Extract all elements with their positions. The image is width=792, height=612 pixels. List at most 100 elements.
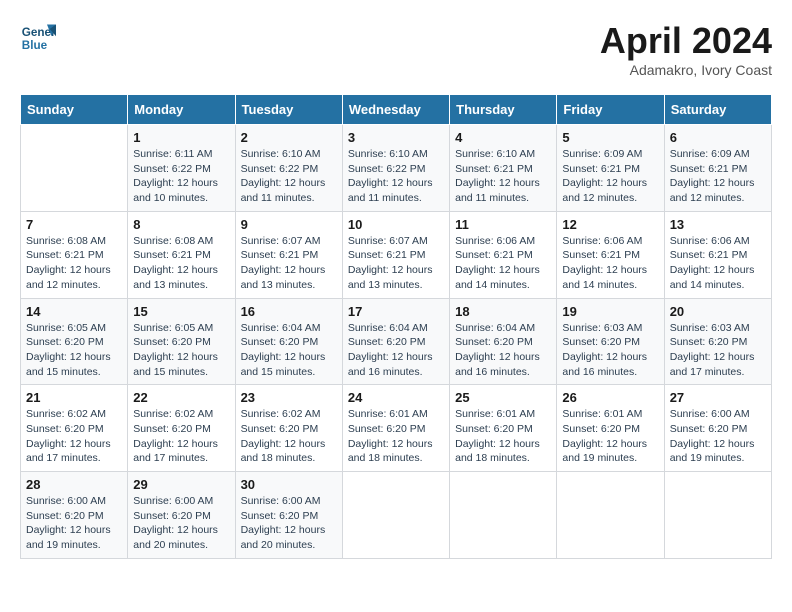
day-info: Sunrise: 6:05 AM Sunset: 6:20 PM Dayligh… xyxy=(26,321,122,380)
day-info: Sunrise: 6:08 AM Sunset: 6:21 PM Dayligh… xyxy=(133,234,229,293)
day-info: Sunrise: 6:07 AM Sunset: 6:21 PM Dayligh… xyxy=(241,234,337,293)
calendar-cell: 24 Sunrise: 6:01 AM Sunset: 6:20 PM Dayli… xyxy=(342,385,449,472)
day-info: Sunrise: 6:06 AM Sunset: 6:21 PM Dayligh… xyxy=(562,234,658,293)
day-info: Sunrise: 6:10 AM Sunset: 6:22 PM Dayligh… xyxy=(348,147,444,206)
logo: General Blue xyxy=(20,20,56,56)
calendar-cell xyxy=(450,472,557,559)
calendar-cell: 26 Sunrise: 6:01 AM Sunset: 6:20 PM Dayli… xyxy=(557,385,664,472)
calendar-cell: 25 Sunrise: 6:01 AM Sunset: 6:20 PM Dayli… xyxy=(450,385,557,472)
day-number: 29 xyxy=(133,477,229,492)
weekday-header-tuesday: Tuesday xyxy=(235,95,342,125)
day-number: 30 xyxy=(241,477,337,492)
calendar-cell: 12 Sunrise: 6:06 AM Sunset: 6:21 PM Dayli… xyxy=(557,211,664,298)
day-number: 14 xyxy=(26,304,122,319)
day-info: Sunrise: 6:00 AM Sunset: 6:20 PM Dayligh… xyxy=(133,494,229,553)
calendar-cell xyxy=(21,125,128,212)
calendar-cell: 23 Sunrise: 6:02 AM Sunset: 6:20 PM Dayli… xyxy=(235,385,342,472)
weekday-row: SundayMondayTuesdayWednesdayThursdayFrid… xyxy=(21,95,772,125)
calendar-cell: 3 Sunrise: 6:10 AM Sunset: 6:22 PM Daylig… xyxy=(342,125,449,212)
calendar-cell xyxy=(342,472,449,559)
weekday-header-thursday: Thursday xyxy=(450,95,557,125)
calendar-cell: 20 Sunrise: 6:03 AM Sunset: 6:20 PM Dayli… xyxy=(664,298,771,385)
calendar-cell: 1Sunrise: 6:11 AM Sunset: 6:22 PM Daylig… xyxy=(128,125,235,212)
day-number: 19 xyxy=(562,304,658,319)
day-number: 22 xyxy=(133,390,229,405)
day-number: 12 xyxy=(562,217,658,232)
calendar-week-row: 7 Sunrise: 6:08 AM Sunset: 6:21 PM Daylig… xyxy=(21,211,772,298)
day-number: 7 xyxy=(26,217,122,232)
day-number: 23 xyxy=(241,390,337,405)
day-info: Sunrise: 6:00 AM Sunset: 6:20 PM Dayligh… xyxy=(26,494,122,553)
weekday-header-monday: Monday xyxy=(128,95,235,125)
month-title: April 2024 xyxy=(600,20,772,62)
page-header: General Blue April 2024 Adamakro, Ivory … xyxy=(20,20,772,78)
calendar-cell: 7 Sunrise: 6:08 AM Sunset: 6:21 PM Daylig… xyxy=(21,211,128,298)
day-info: Sunrise: 6:02 AM Sunset: 6:20 PM Dayligh… xyxy=(241,407,337,466)
logo-icon: General Blue xyxy=(20,20,56,56)
calendar-cell: 14 Sunrise: 6:05 AM Sunset: 6:20 PM Dayli… xyxy=(21,298,128,385)
calendar-body: 1Sunrise: 6:11 AM Sunset: 6:22 PM Daylig… xyxy=(21,125,772,559)
day-info: Sunrise: 6:02 AM Sunset: 6:20 PM Dayligh… xyxy=(26,407,122,466)
day-info: Sunrise: 6:01 AM Sunset: 6:20 PM Dayligh… xyxy=(348,407,444,466)
calendar-cell: 13 Sunrise: 6:06 AM Sunset: 6:21 PM Dayli… xyxy=(664,211,771,298)
day-number: 18 xyxy=(455,304,551,319)
title-area: April 2024 Adamakro, Ivory Coast xyxy=(600,20,772,78)
day-number: 9 xyxy=(241,217,337,232)
day-info: Sunrise: 6:08 AM Sunset: 6:21 PM Dayligh… xyxy=(26,234,122,293)
day-info: Sunrise: 6:03 AM Sunset: 6:20 PM Dayligh… xyxy=(562,321,658,380)
day-number: 2 xyxy=(241,130,337,145)
day-number: 13 xyxy=(670,217,766,232)
day-info: Sunrise: 6:07 AM Sunset: 6:21 PM Dayligh… xyxy=(348,234,444,293)
day-info: Sunrise: 6:06 AM Sunset: 6:21 PM Dayligh… xyxy=(670,234,766,293)
day-number: 21 xyxy=(26,390,122,405)
calendar-cell: 22 Sunrise: 6:02 AM Sunset: 6:20 PM Dayli… xyxy=(128,385,235,472)
day-number: 20 xyxy=(670,304,766,319)
day-info: Sunrise: 6:03 AM Sunset: 6:20 PM Dayligh… xyxy=(670,321,766,380)
calendar-cell: 30Sunrise: 6:00 AM Sunset: 6:20 PM Dayli… xyxy=(235,472,342,559)
calendar-cell: 4Sunrise: 6:10 AM Sunset: 6:21 PM Daylig… xyxy=(450,125,557,212)
calendar-cell: 28Sunrise: 6:00 AM Sunset: 6:20 PM Dayli… xyxy=(21,472,128,559)
day-number: 26 xyxy=(562,390,658,405)
calendar-cell: 16 Sunrise: 6:04 AM Sunset: 6:20 PM Dayli… xyxy=(235,298,342,385)
calendar-cell: 15Sunrise: 6:05 AM Sunset: 6:20 PM Dayli… xyxy=(128,298,235,385)
day-number: 24 xyxy=(348,390,444,405)
day-number: 11 xyxy=(455,217,551,232)
calendar-cell: 29 Sunrise: 6:00 AM Sunset: 6:20 PM Dayli… xyxy=(128,472,235,559)
calendar-week-row: 28Sunrise: 6:00 AM Sunset: 6:20 PM Dayli… xyxy=(21,472,772,559)
calendar-cell: 10 Sunrise: 6:07 AM Sunset: 6:21 PM Dayli… xyxy=(342,211,449,298)
day-number: 6 xyxy=(670,130,766,145)
calendar-cell: 6 Sunrise: 6:09 AM Sunset: 6:21 PM Daylig… xyxy=(664,125,771,212)
day-info: Sunrise: 6:00 AM Sunset: 6:20 PM Dayligh… xyxy=(670,407,766,466)
day-info: Sunrise: 6:09 AM Sunset: 6:21 PM Dayligh… xyxy=(670,147,766,206)
day-info: Sunrise: 6:04 AM Sunset: 6:20 PM Dayligh… xyxy=(348,321,444,380)
day-info: Sunrise: 6:06 AM Sunset: 6:21 PM Dayligh… xyxy=(455,234,551,293)
calendar-cell: 19 Sunrise: 6:03 AM Sunset: 6:20 PM Dayli… xyxy=(557,298,664,385)
svg-text:Blue: Blue xyxy=(22,39,48,52)
calendar-cell: 9 Sunrise: 6:07 AM Sunset: 6:21 PM Daylig… xyxy=(235,211,342,298)
calendar-cell: 18 Sunrise: 6:04 AM Sunset: 6:20 PM Dayli… xyxy=(450,298,557,385)
location-subtitle: Adamakro, Ivory Coast xyxy=(600,62,772,78)
day-info: Sunrise: 6:01 AM Sunset: 6:20 PM Dayligh… xyxy=(455,407,551,466)
day-number: 17 xyxy=(348,304,444,319)
day-number: 16 xyxy=(241,304,337,319)
day-number: 8 xyxy=(133,217,229,232)
calendar-cell: 2 Sunrise: 6:10 AM Sunset: 6:22 PM Daylig… xyxy=(235,125,342,212)
day-info: Sunrise: 6:02 AM Sunset: 6:20 PM Dayligh… xyxy=(133,407,229,466)
day-info: Sunrise: 6:04 AM Sunset: 6:20 PM Dayligh… xyxy=(241,321,337,380)
day-number: 3 xyxy=(348,130,444,145)
calendar-header: SundayMondayTuesdayWednesdayThursdayFrid… xyxy=(21,95,772,125)
day-info: Sunrise: 6:11 AM Sunset: 6:22 PM Dayligh… xyxy=(133,147,229,206)
weekday-header-friday: Friday xyxy=(557,95,664,125)
day-info: Sunrise: 6:01 AM Sunset: 6:20 PM Dayligh… xyxy=(562,407,658,466)
day-number: 10 xyxy=(348,217,444,232)
calendar-week-row: 14 Sunrise: 6:05 AM Sunset: 6:20 PM Dayli… xyxy=(21,298,772,385)
day-number: 27 xyxy=(670,390,766,405)
day-info: Sunrise: 6:04 AM Sunset: 6:20 PM Dayligh… xyxy=(455,321,551,380)
day-number: 5 xyxy=(562,130,658,145)
day-number: 25 xyxy=(455,390,551,405)
day-info: Sunrise: 6:10 AM Sunset: 6:22 PM Dayligh… xyxy=(241,147,337,206)
day-number: 4 xyxy=(455,130,551,145)
day-number: 15 xyxy=(133,304,229,319)
day-info: Sunrise: 6:09 AM Sunset: 6:21 PM Dayligh… xyxy=(562,147,658,206)
calendar-cell xyxy=(557,472,664,559)
